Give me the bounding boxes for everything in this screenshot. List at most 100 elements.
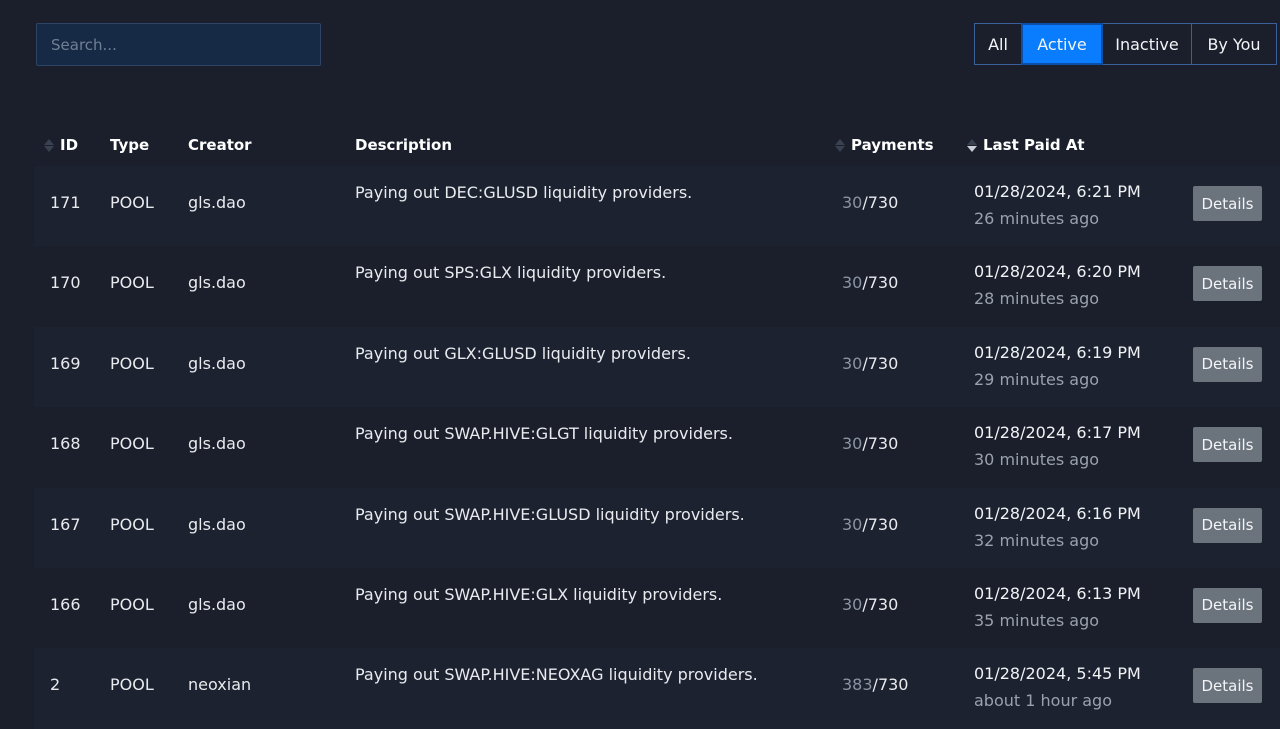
row-payments: 30/730 <box>842 515 898 534</box>
last-paid-relative: about 1 hour ago <box>974 691 1112 711</box>
table-row: 166 POOL gls.dao Paying out SWAP.HIVE:GL… <box>34 567 1280 649</box>
row-payments: 30/730 <box>842 434 898 453</box>
row-id: 171 <box>50 193 81 212</box>
table-row: 170 POOL gls.dao Paying out SPS:GLX liqu… <box>34 246 1280 327</box>
table-row: 167 POOL gls.dao Paying out SWAP.HIVE:GL… <box>34 487 1280 568</box>
row-description: Paying out SWAP.HIVE:NEOXAG liquidity pr… <box>355 665 758 685</box>
filter-active-button[interactable]: Active <box>1021 23 1103 65</box>
payments-made: 30 <box>842 434 863 454</box>
row-last-paid: 01/28/2024, 5:45 PM about 1 hour ago <box>974 660 1141 714</box>
payments-total: /730 <box>862 353 899 373</box>
row-creator: gls.dao <box>188 594 246 614</box>
details-button[interactable]: Details <box>1193 186 1262 221</box>
last-paid-relative: 29 minutes ago <box>974 369 1100 389</box>
row-last-paid: 01/28/2024, 6:13 PM 35 minutes ago <box>974 580 1141 634</box>
details-button[interactable]: Details <box>1193 668 1262 704</box>
payments-made: 30 <box>842 193 863 212</box>
search-input[interactable] <box>36 23 321 66</box>
last-paid-date: 01/28/2024, 5:45 PM <box>974 664 1141 684</box>
header-last-paid-label: Last Paid At <box>983 136 1085 154</box>
payouts-table: ID Type Creator Description Payments Las… <box>34 128 1280 729</box>
row-description: Paying out SWAP.HIVE:GLUSD liquidity pro… <box>355 504 745 524</box>
payments-made: 30 <box>842 594 863 614</box>
payments-made: 30 <box>842 353 863 373</box>
table-row: 169 POOL gls.dao Paying out GLX:GLUSD li… <box>34 326 1280 408</box>
row-last-paid: 01/28/2024, 6:16 PM 32 minutes ago <box>974 500 1141 554</box>
row-id: 2 <box>50 675 61 695</box>
payments-made: 383 <box>842 675 873 695</box>
filter-by-you-button[interactable]: By You <box>1191 23 1277 65</box>
row-payments: 383/730 <box>842 675 908 694</box>
row-id: 166 <box>50 594 81 614</box>
row-last-paid: 01/28/2024, 6:19 PM 29 minutes ago <box>974 339 1141 393</box>
sort-desc-icon <box>967 138 979 152</box>
table-row: 2 POOL neoxian Paying out SWAP.HIVE:NEOX… <box>34 648 1280 729</box>
row-description: Paying out SWAP.HIVE:GLGT liquidity prov… <box>355 424 733 444</box>
row-creator: neoxian <box>188 675 252 695</box>
last-paid-relative: 30 minutes ago <box>974 450 1100 470</box>
table-body: 171 POOL gls.dao Paying out DEC:GLUSD li… <box>34 166 1280 729</box>
payments-total: /730 <box>862 594 899 614</box>
payments-total: /730 <box>862 514 899 534</box>
payments-made: 30 <box>842 514 863 534</box>
filter-all-button[interactable]: All <box>974 23 1022 65</box>
header-payments-label: Payments <box>851 136 934 154</box>
header-id[interactable]: ID <box>44 136 78 154</box>
row-id: 168 <box>50 434 81 454</box>
last-paid-relative: 35 minutes ago <box>974 610 1100 630</box>
row-id: 170 <box>50 273 81 293</box>
last-paid-date: 01/28/2024, 6:16 PM <box>974 503 1141 523</box>
row-type: POOL <box>110 434 154 454</box>
row-payments: 30/730 <box>842 193 898 212</box>
details-button[interactable]: Details <box>1193 587 1262 623</box>
row-id: 169 <box>50 353 81 373</box>
row-type: POOL <box>110 273 154 293</box>
header-id-label: ID <box>60 136 79 154</box>
last-paid-date: 01/28/2024, 6:17 PM <box>974 423 1141 443</box>
last-paid-date: 01/28/2024, 6:13 PM <box>974 583 1141 603</box>
header-creator-label: Creator <box>188 136 252 154</box>
last-paid-date: 01/28/2024, 6:19 PM <box>974 342 1141 362</box>
filter-group: All Active Inactive By You <box>974 23 1277 65</box>
sort-icon <box>835 138 847 152</box>
row-creator: gls.dao <box>188 353 246 373</box>
filter-inactive-button[interactable]: Inactive <box>1102 23 1192 65</box>
header-last-paid[interactable]: Last Paid At <box>967 136 1085 154</box>
details-button[interactable]: Details <box>1193 507 1262 543</box>
last-paid-relative: 32 minutes ago <box>974 530 1100 550</box>
row-type: POOL <box>110 675 154 695</box>
row-payments: 30/730 <box>842 595 898 614</box>
header-type: Type <box>110 136 149 154</box>
last-paid-relative: 26 minutes ago <box>974 209 1100 228</box>
row-last-paid: 01/28/2024, 6:21 PM 26 minutes ago <box>974 178 1141 232</box>
row-description: Paying out SWAP.HIVE:GLX liquidity provi… <box>355 584 723 604</box>
header-type-label: Type <box>110 136 150 154</box>
row-creator: gls.dao <box>188 193 246 212</box>
row-creator: gls.dao <box>188 434 246 454</box>
last-paid-relative: 28 minutes ago <box>974 289 1100 309</box>
header-creator: Creator <box>188 136 252 154</box>
row-type: POOL <box>110 514 154 534</box>
payments-made: 30 <box>842 273 863 293</box>
last-paid-date: 01/28/2024, 6:20 PM <box>974 262 1141 282</box>
payments-total: /730 <box>862 434 899 454</box>
details-button[interactable]: Details <box>1193 427 1262 463</box>
row-description: Paying out DEC:GLUSD liquidity providers… <box>355 183 693 202</box>
payments-total: /730 <box>862 193 899 212</box>
row-creator: gls.dao <box>188 514 246 534</box>
row-last-paid: 01/28/2024, 6:20 PM 28 minutes ago <box>974 258 1141 312</box>
row-creator: gls.dao <box>188 273 246 293</box>
last-paid-date: 01/28/2024, 6:21 PM <box>974 182 1141 201</box>
details-button[interactable]: Details <box>1193 266 1262 302</box>
row-type: POOL <box>110 353 154 373</box>
header-description-label: Description <box>355 136 453 154</box>
table-row: 171 POOL gls.dao Paying out DEC:GLUSD li… <box>34 166 1280 247</box>
payments-total: /730 <box>872 675 909 695</box>
row-type: POOL <box>110 193 154 212</box>
row-payments: 30/730 <box>842 354 898 373</box>
row-payments: 30/730 <box>842 273 898 292</box>
sort-icon <box>44 138 56 152</box>
header-payments[interactable]: Payments <box>835 136 934 154</box>
row-description: Paying out GLX:GLUSD liquidity providers… <box>355 343 691 363</box>
details-button[interactable]: Details <box>1193 346 1262 382</box>
